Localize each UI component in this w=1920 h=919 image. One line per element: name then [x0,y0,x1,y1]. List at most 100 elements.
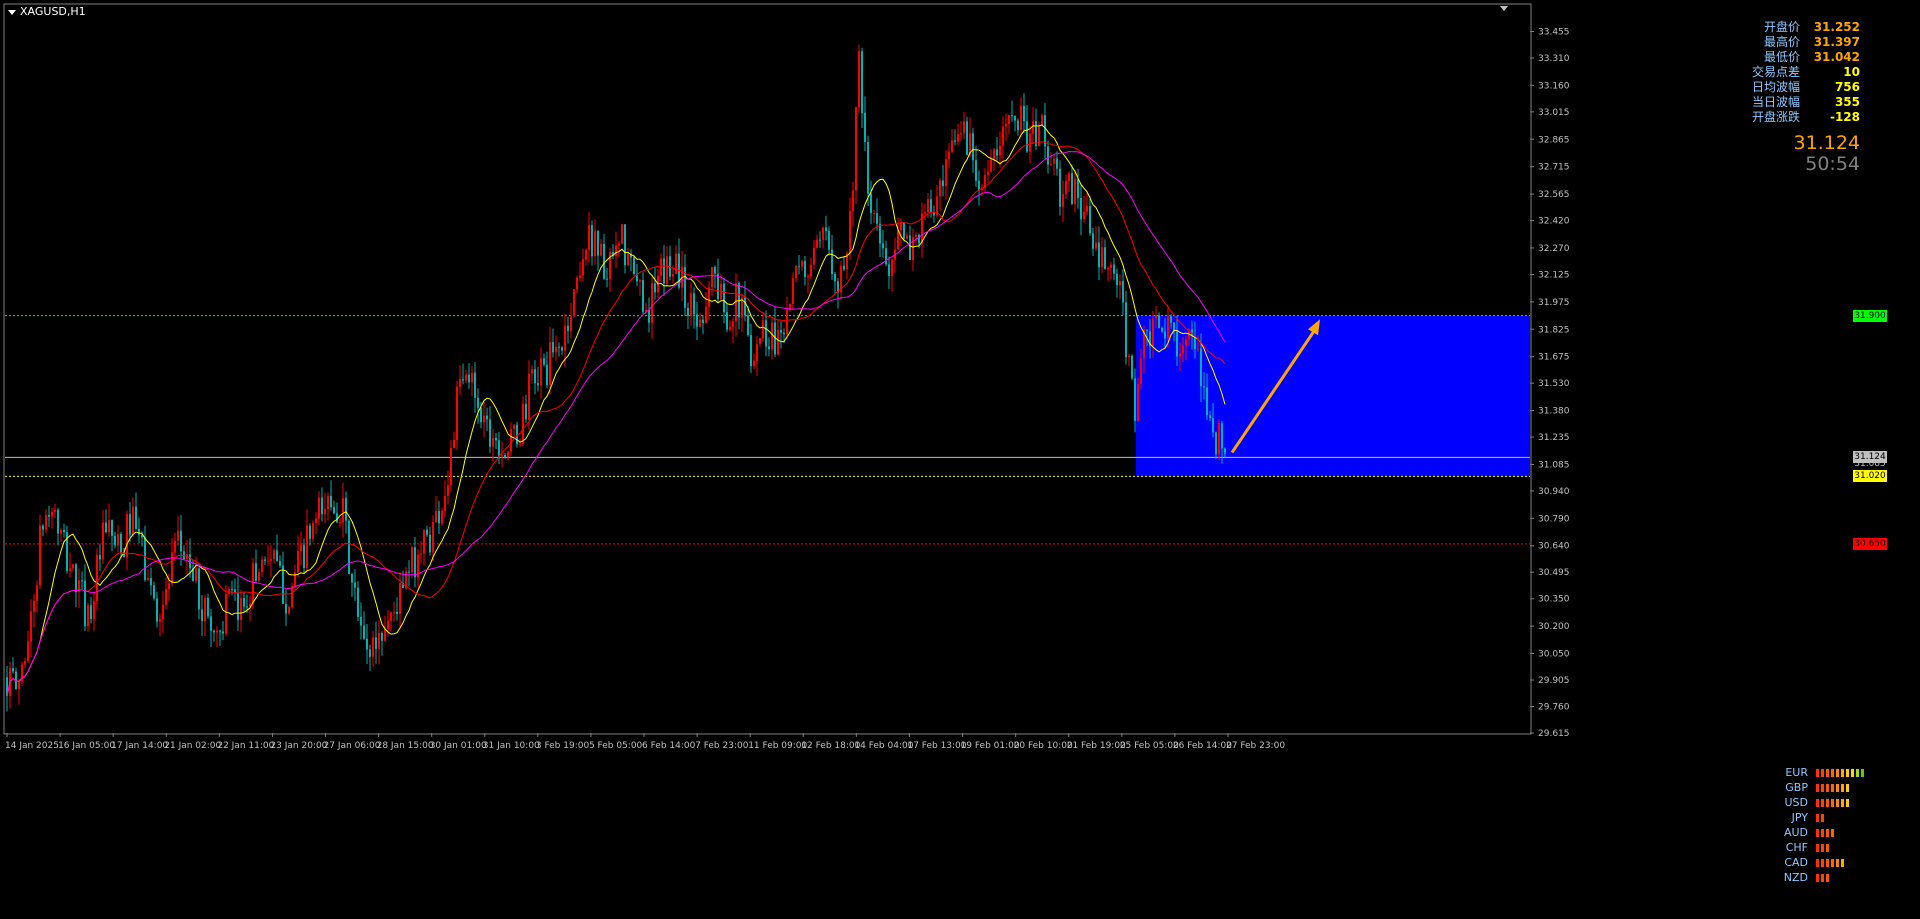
candle-body [285,603,287,614]
candle-body [585,249,587,260]
symbol-label[interactable]: XAGUSD,H1 [8,5,86,18]
candle-body [450,447,452,486]
strength-bar [1816,873,1819,882]
candle-body [1218,423,1220,455]
symbol-text: XAGUSD,H1 [20,5,86,18]
candle-body [1152,318,1154,346]
candle-body [1134,378,1136,422]
strength-row-aud: AUD [1778,825,1864,840]
candle-body [594,231,596,257]
strength-bar [1826,783,1829,792]
candle-body [216,630,218,633]
candle-body [708,287,710,307]
candle-body [987,171,989,175]
current-price-display: 31.124 [1793,132,1860,154]
candle-body [627,253,629,266]
candle-body [45,515,47,530]
candle-body [489,419,491,447]
candle-body [93,601,95,619]
candle-body [1092,233,1094,249]
candle-body [699,319,701,327]
currency-name: JPY [1791,811,1808,824]
info-label: 开盘价 [1763,20,1800,34]
candle-body [303,544,305,569]
candle-body [354,582,356,588]
candle-body [429,534,431,553]
info-label: 最高价 [1763,35,1800,49]
candle-body [621,224,623,244]
chevron-down-icon[interactable] [8,9,16,15]
candle-body [885,248,887,265]
candle-body [396,611,398,614]
candle-body [1017,120,1019,131]
y-tick-label: 32.125 [1538,270,1570,280]
candle-body [90,605,92,619]
y-tick-label: 33.310 [1538,54,1570,64]
candle-body [1026,121,1028,152]
candle-body [225,593,227,634]
info-value: -128 [1829,110,1860,124]
candle-body [300,544,302,552]
y-tick-label: 31.825 [1538,325,1570,335]
candle-body [1071,173,1073,205]
candle-body [75,564,77,593]
candle-body [822,227,824,240]
candle-body [660,258,662,276]
candle-body [111,519,113,536]
currency-name: GBP [1785,781,1808,794]
y-tick-label: 29.615 [1538,729,1570,739]
candle-body [591,225,593,257]
candle-body [1032,121,1034,134]
candle-body [159,619,161,622]
strength-bar [1821,858,1824,867]
candle-body [726,312,728,330]
candle-body [849,211,851,254]
candle-body [744,297,746,316]
strength-bar [1826,828,1829,837]
candle-body [468,374,470,383]
x-tick-label: 5 Feb 05:00 [589,741,643,751]
candle-body [507,451,509,458]
strength-bar [1816,858,1819,867]
candle-body [333,507,335,514]
candle-body [555,346,557,353]
candle-body [195,568,197,581]
candle-body [783,332,785,335]
price-chart[interactable]: 33.455 33.310 33.160 33.015 32.865 32.715 32.5… [0,0,1920,919]
candle-body [366,638,368,650]
info-label: 交易点差 [1751,65,1800,79]
candle-body [810,264,812,277]
candle-body [246,606,248,608]
candle-body [1002,126,1004,146]
candle-body [1011,115,1013,117]
candle-body [834,273,836,282]
x-tick-label: 14 Jan 2025 [5,741,59,751]
candle-body [174,540,176,553]
candle-body [18,681,20,690]
candle-body [915,234,917,237]
candle-body [501,454,503,457]
x-tick-label: 12 Feb 18:00 [801,741,860,751]
candle-body [804,260,806,277]
x-tick-label: 31 Jan 10:00 [483,741,540,751]
candle-body [582,259,584,276]
candle-body [618,243,620,246]
info-row: 最低价 31.042 [1660,50,1860,65]
candle-body [1059,168,1061,207]
candle-body [132,506,134,535]
candle-body [903,222,905,239]
candle-body [864,112,866,143]
quote-info-panel: 开盘价 31.252 最高价 31.397 最低价 31.042 交易点差 10 日均波幅 756… [1660,20,1860,125]
candle-body [696,314,698,327]
candle-body [1086,205,1088,212]
trading-chart-window[interactable]: 33.455 33.310 33.160 33.015 32.865 32.715 32.5… [0,0,1920,919]
candle-body [942,180,944,186]
candle-body [291,586,293,608]
candle-body [954,140,956,142]
candles-layer [6,45,1226,712]
candle-body [330,495,332,508]
candle-body [792,278,794,304]
candle-body [1023,105,1025,122]
candle-body [990,159,992,172]
y-tick-label: 32.565 [1538,190,1570,200]
